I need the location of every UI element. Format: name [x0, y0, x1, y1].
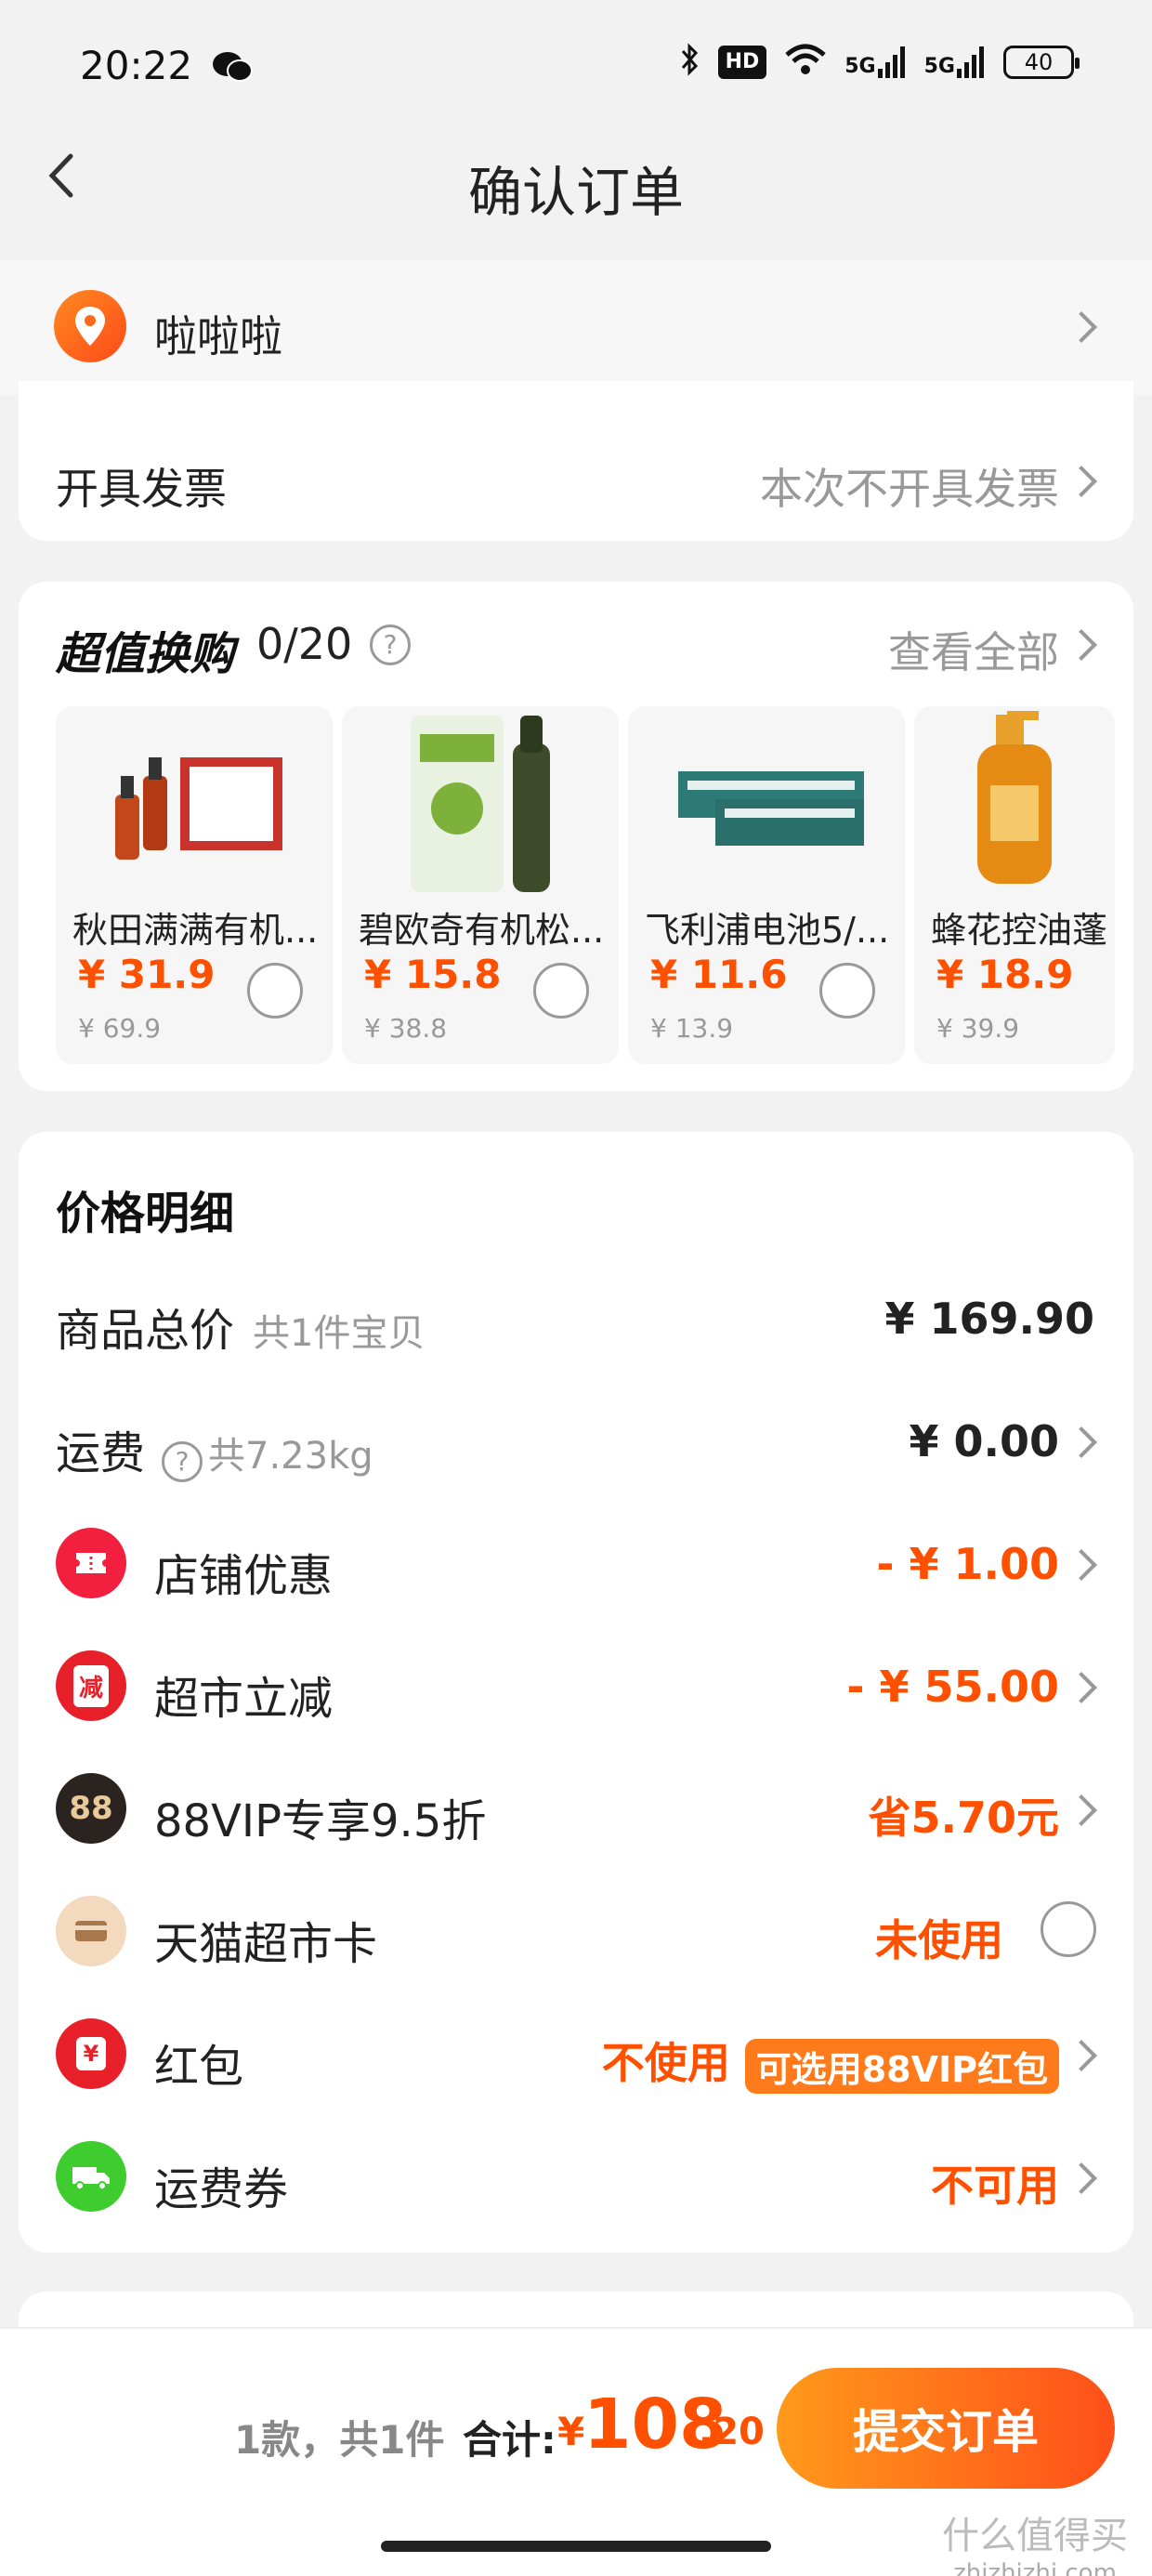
- chevron-right-icon: [1066, 1549, 1097, 1581]
- item-count: 1款，共1件: [234, 2417, 445, 2463]
- truck-icon: [56, 2141, 126, 2212]
- location-pin-icon: [54, 290, 126, 362]
- deals-title: 超值换购: [56, 628, 235, 680]
- view-all-link[interactable]: 查看全部: [888, 619, 1059, 680]
- page-title: 确认订单: [467, 161, 684, 224]
- deal-item-name: 蜂花控油蓬: [931, 910, 1107, 951]
- wechat-icon: [212, 50, 253, 87]
- shipping-value: ¥ 0.00: [909, 1416, 1059, 1466]
- subtotal-label: 商品总价 共1件宝贝: [56, 1305, 425, 1357]
- invoice-label: 开具发票: [56, 464, 227, 514]
- chevron-right-icon: [1066, 1794, 1097, 1826]
- shipping-label: 运费? 共7.23kg: [56, 1416, 373, 1482]
- address-row[interactable]: 啦啦啦: [0, 260, 1152, 395]
- hd-icon: HD: [717, 46, 767, 79]
- deal-item[interactable]: 飞利浦电池5/... ¥ 11.6 ¥ 13.9: [628, 706, 905, 1064]
- shipping-coupon-row[interactable]: 运费券 不可用: [19, 2128, 1133, 2221]
- deal-item-original-price: ¥ 13.9: [650, 1013, 734, 1044]
- help-icon[interactable]: ?: [370, 624, 411, 665]
- product-image: [56, 706, 333, 892]
- signal-icon: 5G: [844, 46, 905, 78]
- deal-item[interactable]: 秋田满满有机... ¥ 31.9 ¥ 69.9: [56, 706, 333, 1064]
- subtotal-value: ¥ 169.90: [884, 1294, 1094, 1344]
- deal-item-name: 秋田满满有机...: [72, 910, 319, 951]
- ticket-icon: [56, 1528, 126, 1598]
- deal-item-price: ¥ 15.8: [364, 952, 502, 997]
- help-icon[interactable]: ?: [162, 1441, 203, 1482]
- deal-item-original-price: ¥ 38.8: [364, 1013, 448, 1044]
- chevron-right-icon: [1066, 2162, 1097, 2194]
- shipping-row[interactable]: 运费? 共7.23kg ¥ 0.00: [19, 1392, 1133, 1485]
- wifi-icon: [785, 44, 826, 81]
- shipping-coupon-value: 不可用: [931, 2161, 1059, 2211]
- total-currency: ¥: [557, 2409, 585, 2454]
- vip-88-icon: 88: [56, 1773, 126, 1844]
- market-discount-value: - ¥ 55.00: [846, 1662, 1059, 1712]
- deal-select-radio[interactable]: [247, 963, 303, 1019]
- deals-section: 超值换购 0/20 ? 查看全部 秋田满满有机... ¥ 31.9 ¥ 69.9…: [19, 582, 1133, 1091]
- vip-discount-value: 省5.70元: [868, 1793, 1060, 1843]
- signal-icon-2: 5G: [924, 46, 985, 78]
- bluetooth-icon: [679, 43, 700, 82]
- checkout-bar: 1款，共1件 合计: ¥ 108 .20 提交订单 什么值得买 zhizhizhi…: [0, 2327, 1152, 2576]
- deal-item[interactable]: 碧欧奇有机松... ¥ 15.8 ¥ 38.8: [342, 706, 619, 1064]
- chevron-right-icon: [1066, 311, 1097, 343]
- supermarket-card-label: 天猫超市卡: [154, 1918, 378, 1970]
- nav-bar: 确认订单: [0, 121, 1152, 232]
- deals-count: 0/20: [256, 619, 353, 669]
- market-discount-row[interactable]: 减 超市立减 - ¥ 55.00: [19, 1637, 1133, 1730]
- market-discount-label: 超市立减: [154, 1673, 334, 1725]
- subtotal-row: 商品总价 共1件宝贝 ¥ 169.90: [19, 1269, 1133, 1362]
- shipping-coupon-label: 运费券: [154, 2163, 289, 2215]
- address-text: 啦啦啦: [154, 311, 282, 361]
- status-time: 20:22: [80, 43, 193, 88]
- supermarket-card-value: 未使用: [875, 1915, 1003, 1965]
- deal-item-name: 碧欧奇有机松...: [359, 910, 605, 951]
- product-image: [914, 706, 1115, 892]
- deal-item-price: ¥ 31.9: [78, 952, 216, 997]
- total-label: 合计:: [463, 2417, 556, 2463]
- invoice-row[interactable]: 开具发票 本次不开具发票: [19, 381, 1133, 541]
- chevron-right-icon: [1066, 629, 1097, 661]
- invoice-value: 本次不开具发票: [760, 464, 1059, 514]
- price-details-title: 价格明细: [56, 1188, 235, 1240]
- submit-order-button[interactable]: 提交订单: [777, 2368, 1115, 2489]
- battery-icon: 40: [1003, 46, 1080, 79]
- chevron-right-icon: [1066, 466, 1097, 497]
- deal-item-price: ¥ 11.6: [650, 952, 788, 997]
- supermarket-card-row[interactable]: 天猫超市卡 未使用: [19, 1883, 1133, 1976]
- vip-red-packet-tag[interactable]: 可选用88VIP红包: [744, 2039, 1059, 2094]
- status-bar: 20:22 HD 5G 5G 40: [0, 0, 1152, 130]
- shop-discount-label: 店铺优惠: [154, 1550, 334, 1602]
- red-packet-row[interactable]: ¥ 红包 不使用 可选用88VIP红包: [19, 2005, 1133, 2098]
- reduction-icon: 减: [56, 1650, 126, 1721]
- chevron-right-icon: [1066, 1426, 1097, 1458]
- chevron-right-icon: [1066, 2040, 1097, 2071]
- supermarket-card-radio[interactable]: [1041, 1901, 1096, 1957]
- red-packet-value: 不使用 可选用88VIP红包: [602, 2030, 1059, 2094]
- deal-item[interactable]: 蜂花控油蓬 ¥ 18.9 ¥ 39.9: [914, 706, 1115, 1064]
- red-packet-icon: ¥: [56, 2018, 126, 2089]
- product-image: [342, 706, 619, 892]
- deal-item-original-price: ¥ 69.9: [78, 1013, 162, 1044]
- vip-discount-row[interactable]: 88 88VIP专享9.5折 省5.70元: [19, 1760, 1133, 1853]
- deal-item-name: 飞利浦电池5/...: [645, 910, 890, 951]
- price-details-section: 价格明细 商品总价 共1件宝贝 ¥ 169.90 运费? 共7.23kg ¥ 0.0…: [19, 1132, 1133, 2253]
- deal-select-radio[interactable]: [819, 963, 875, 1019]
- card-icon: [56, 1896, 126, 1966]
- status-icons: HD 5G 5G 40: [679, 43, 1080, 82]
- vip-discount-label: 88VIP专享9.5折: [154, 1795, 487, 1847]
- watermark: 什么值得买 zhizhizhi.com: [942, 2515, 1128, 2576]
- home-indicator[interactable]: [381, 2541, 771, 2552]
- red-packet-label: 红包: [154, 2041, 244, 2093]
- deal-select-radio[interactable]: [533, 963, 589, 1019]
- total-decimal: .20: [699, 2411, 765, 2453]
- product-image: [628, 706, 905, 892]
- shop-discount-row[interactable]: 店铺优惠 - ¥ 1.00: [19, 1515, 1133, 1608]
- chevron-right-icon: [1066, 1672, 1097, 1703]
- deal-item-price: ¥ 18.9: [936, 952, 1074, 997]
- deal-item-original-price: ¥ 39.9: [936, 1013, 1020, 1044]
- shop-discount-value: - ¥ 1.00: [876, 1539, 1059, 1589]
